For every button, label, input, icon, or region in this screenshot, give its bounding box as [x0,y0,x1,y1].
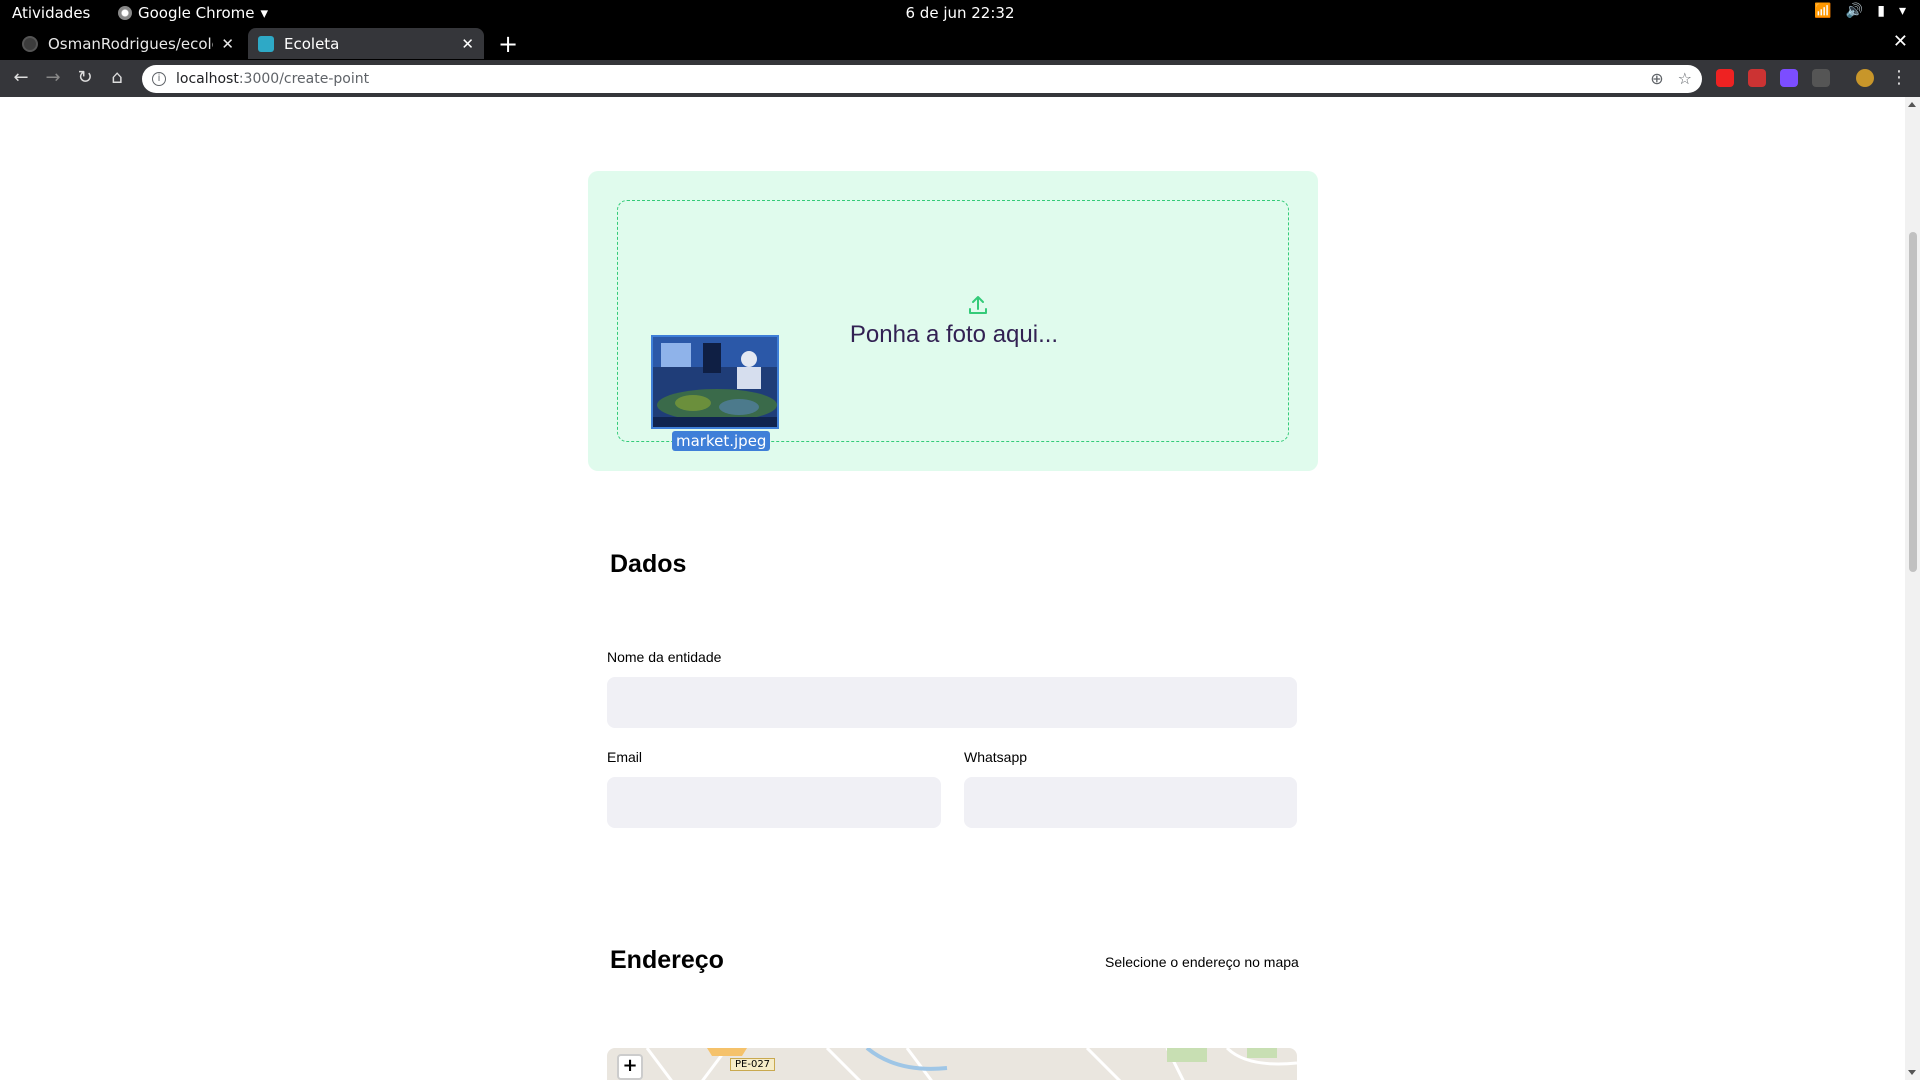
url-path: :3000/create-point [238,71,370,87]
whatsapp-input[interactable] [964,777,1297,828]
tab-title: Ecoleta [284,34,340,53]
name-label: Nome da entidade [607,649,722,665]
battery-icon: ▮ [1877,3,1885,19]
tab-ecoleta[interactable]: Ecoleta ✕ [248,28,484,59]
profile-avatar[interactable] [1856,69,1874,87]
extension-icon[interactable] [1716,69,1734,87]
scroll-up-icon[interactable] [1908,102,1916,107]
market-photo-image [653,337,777,427]
section-title-dados: Dados [610,550,687,578]
close-icon[interactable]: ✕ [461,35,474,53]
location-icon[interactable]: ⊕ [1650,69,1663,88]
map-tiles [645,1048,1297,1080]
clock[interactable]: 6 de jun 22:32 [0,4,1920,22]
extension-icon[interactable] [1812,69,1830,87]
road-label: PE-027 [730,1058,776,1071]
bookmark-star-icon[interactable]: ☆ [1678,69,1692,88]
page-scrollbar[interactable] [1905,97,1920,1080]
window-close-button[interactable]: ✕ [1893,31,1908,52]
react-icon [258,35,274,52]
info-icon[interactable]: i [152,72,166,86]
section-title-endereco: Endereço [610,946,724,974]
dragged-image-preview [651,335,779,429]
reload-icon[interactable]: ↻ [74,67,96,88]
email-label: Email [607,749,643,765]
address-bar[interactable]: i localhost:3000/create-point ⊕ ☆ [142,65,1702,93]
github-icon [22,35,38,52]
whatsapp-label: Whatsapp [964,749,1028,765]
url-host: localhost [176,71,239,87]
map-hint: Selecione o endereço no mapa [1105,954,1299,970]
address-map[interactable]: + PE-027 [607,1048,1297,1080]
extension-icon[interactable] [1780,69,1798,87]
extension-icon[interactable] [1748,69,1766,87]
scrollbar-thumb[interactable] [1909,232,1917,572]
menu-icon[interactable]: ⋮ [1888,67,1910,88]
zoom-in-button[interactable]: + [617,1054,643,1080]
tab-github[interactable]: OsmanRodrigues/ecoleta ✕ [12,28,244,59]
scroll-down-icon[interactable] [1908,1070,1916,1075]
system-top-bar: Atividades Google Chrome ▾ 6 de jun 22:3… [0,0,1920,27]
tab-strip: OsmanRodrigues/ecoleta ✕ Ecoleta ✕ + ✕ [0,27,1920,60]
browser-toolbar: ← → ↻ ⌂ i localhost:3000/create-point ⊕ … [0,60,1920,97]
close-icon[interactable]: ✕ [221,35,234,53]
system-status-area[interactable]: 📶 🔊 ▮ ▾ [1814,3,1906,19]
email-input[interactable] [607,777,941,828]
entity-name-input[interactable] [607,677,1297,728]
home-icon[interactable]: ⌂ [106,67,128,88]
wifi-icon: 📶 [1814,3,1832,19]
new-tab-button[interactable]: + [498,30,518,58]
page-viewport: Ponha a foto aqui... Dados Nome da entid… [0,97,1905,1080]
back-icon[interactable]: ← [10,67,32,88]
forward-icon[interactable]: → [42,67,64,88]
volume-icon: 🔊 [1845,3,1864,19]
tab-title: OsmanRodrigues/ecoleta [48,34,213,53]
upload-icon [969,296,987,314]
caret-down-icon: ▾ [1898,3,1906,19]
dragged-file-name: market.jpeg [672,431,771,451]
